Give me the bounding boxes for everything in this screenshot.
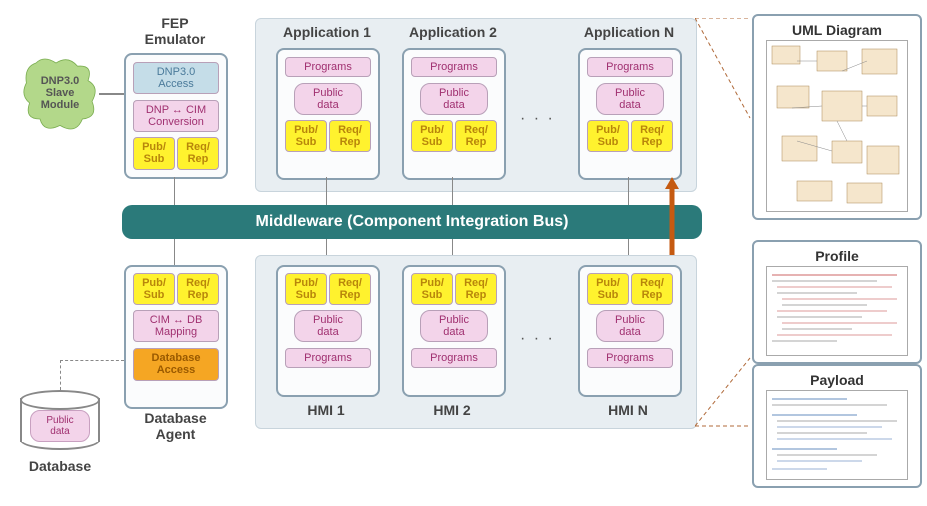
hmi1-title: HMI 1 (276, 402, 376, 418)
hmi1-box: Pub/ Sub Req/ Rep Public data Programs (276, 265, 380, 397)
dnp-slave-label: DNP3.0 Slave Module (15, 75, 105, 111)
conn-db-v (60, 360, 61, 390)
uml-thumbnail (766, 40, 908, 212)
hmin-publicdata: Public data (596, 310, 664, 342)
app2-reqrep: Req/ Rep (455, 120, 497, 152)
hmi2-publicdata: Public data (420, 310, 488, 342)
bracket-lines (695, 18, 753, 428)
conn-appn-bus (628, 177, 629, 205)
app1-pubsub: Pub/ Sub (285, 120, 327, 152)
conn-bus-dbagent (174, 239, 175, 267)
app2-programs: Programs (411, 57, 497, 77)
dbagent-cimdb: CIM ↔ DB Mapping (133, 310, 219, 342)
appn-pubsub: Pub/ Sub (587, 120, 629, 152)
hmi2-programs: Programs (411, 348, 497, 368)
ellipsis-apps: · · · (520, 110, 555, 128)
app1-reqrep: Req/ Rep (329, 120, 371, 152)
hmin-programs: Programs (587, 348, 673, 368)
profile-title: Profile (760, 248, 914, 264)
middleware-bus: Middleware (Component Integration Bus) (122, 205, 702, 239)
appn-publicdata: Public data (596, 83, 664, 115)
fep-emulator-box: DNP3.0 Access DNP ↔ CIM Conversion Pub/ … (124, 53, 228, 179)
hmin-reqrep: Req/ Rep (631, 273, 673, 305)
hmi2-box: Pub/ Sub Req/ Rep Public data Programs (402, 265, 506, 397)
dnp-cim-conversion: DNP ↔ CIM Conversion (133, 100, 219, 132)
conn-db-h (60, 360, 124, 361)
uml-title: UML Diagram (760, 22, 914, 38)
database-title: Database (20, 458, 100, 474)
appn-box: Programs Public data Pub/ Sub Req/ Rep (578, 48, 682, 180)
dbagent-box: Pub/ Sub Req/ Rep CIM ↔ DB Mapping Datab… (124, 265, 228, 409)
appn-title: Application N (574, 24, 684, 40)
app2-publicdata: Public data (420, 83, 488, 115)
dnp-access: DNP3.0 Access (133, 62, 219, 94)
conn-app1-bus (326, 177, 327, 205)
connector-dnp-fep (99, 93, 124, 95)
dbagent-title: Database Agent (128, 410, 223, 442)
payload-title: Payload (760, 372, 914, 388)
app2-box: Programs Public data Pub/ Sub Req/ Rep (402, 48, 506, 180)
database-publicdata: Public data (30, 410, 90, 442)
dbagent-dbaccess: Database Access (133, 348, 219, 380)
hmi1-programs: Programs (285, 348, 371, 368)
app2-pubsub: Pub/ Sub (411, 120, 453, 152)
app1-publicdata: Public data (294, 83, 362, 115)
hmin-pubsub: Pub/ Sub (587, 273, 629, 305)
hmi1-pubsub: Pub/ Sub (285, 273, 327, 305)
database-cylinder: Public data (20, 390, 100, 450)
hmi1-publicdata: Public data (294, 310, 362, 342)
fep-title: FEP Emulator (125, 15, 225, 47)
hmi2-pubsub: Pub/ Sub (411, 273, 453, 305)
app1-box: Programs Public data Pub/ Sub Req/ Rep (276, 48, 380, 180)
dbagent-pubsub: Pub/ Sub (133, 273, 175, 305)
app1-title: Application 1 (272, 24, 382, 40)
fep-reqrep: Req/ Rep (177, 137, 219, 169)
dbagent-reqrep: Req/ Rep (177, 273, 219, 305)
hmin-title: HMI N (578, 402, 678, 418)
appn-reqrep: Req/ Rep (631, 120, 673, 152)
profile-panel: Profile (752, 240, 922, 364)
hmi2-title: HMI 2 (402, 402, 502, 418)
conn-fep-bus (174, 177, 175, 205)
hmi1-reqrep: Req/ Rep (329, 273, 371, 305)
ellipsis-hmi: · · · (520, 330, 555, 348)
conn-app2-bus (452, 177, 453, 205)
payload-thumbnail (766, 390, 908, 480)
profile-thumbnail (766, 266, 908, 356)
hmi2-reqrep: Req/ Rep (455, 273, 497, 305)
app1-programs: Programs (285, 57, 371, 77)
bus-bidirectional-arrow (662, 177, 682, 267)
appn-programs: Programs (587, 57, 673, 77)
dnp-slave-module: DNP3.0 Slave Module (15, 55, 105, 135)
fep-pubsub: Pub/ Sub (133, 137, 175, 169)
hmin-box: Pub/ Sub Req/ Rep Public data Programs (578, 265, 682, 397)
payload-panel: Payload (752, 364, 922, 488)
app2-title: Application 2 (398, 24, 508, 40)
uml-panel: UML Diagram (752, 14, 922, 220)
